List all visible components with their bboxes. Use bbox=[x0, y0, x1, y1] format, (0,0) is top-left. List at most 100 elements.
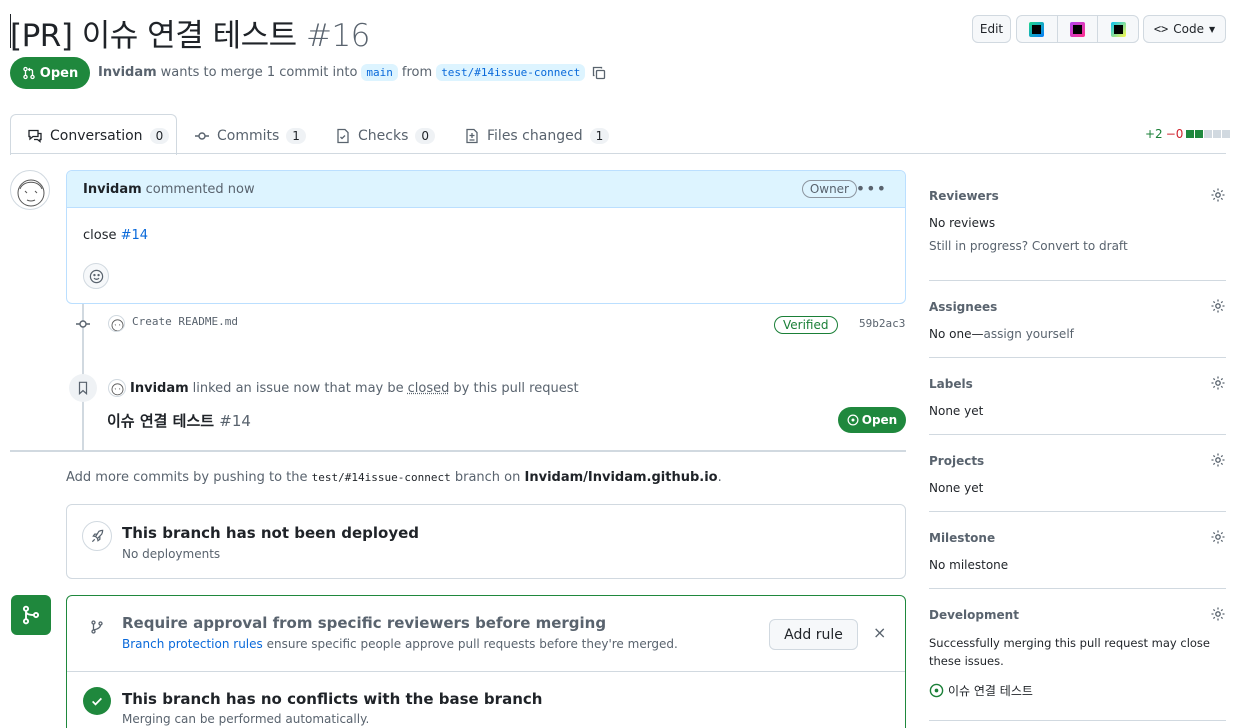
sidebar-labels: Labels None yet bbox=[929, 377, 1226, 418]
verified-badge[interactable]: Verified bbox=[774, 316, 838, 334]
file-diff-icon bbox=[464, 128, 480, 144]
head-branch[interactable]: test/#14issue-connect bbox=[436, 64, 585, 81]
closed-hint[interactable]: closed bbox=[408, 381, 450, 396]
add-rule-button[interactable]: Add rule bbox=[769, 619, 858, 650]
edit-button[interactable]: Edit bbox=[972, 15, 1011, 43]
sidebar-heading[interactable]: Assignees bbox=[929, 300, 1226, 314]
rule-description: Branch protection rules ensure specific … bbox=[122, 637, 678, 651]
issue-title-text: 이슈 연결 테스트 bbox=[107, 412, 214, 430]
push-hint-branch: test/#14issue-connect bbox=[312, 471, 451, 484]
rule-title: Require approval from specific reviewers… bbox=[122, 614, 606, 632]
commit-message-link[interactable]: Create README.md bbox=[132, 315, 238, 328]
phpstorm-icon[interactable] bbox=[1058, 16, 1099, 42]
sidebar-heading[interactable]: Milestone bbox=[929, 531, 1226, 545]
diffstat-block bbox=[1222, 130, 1230, 138]
commit-icon bbox=[194, 128, 210, 144]
sidebar-heading[interactable]: Reviewers bbox=[929, 189, 1226, 203]
gear-icon[interactable] bbox=[1210, 375, 1226, 391]
linked-author[interactable]: Invidam bbox=[130, 381, 189, 396]
sidebar-heading[interactable]: Development bbox=[929, 608, 1226, 622]
merge-box: Require approval from specific reviewers… bbox=[66, 595, 906, 728]
jetbrains-icon[interactable] bbox=[1017, 16, 1058, 42]
copy-icon[interactable] bbox=[591, 65, 607, 81]
diffstat-added: +2 bbox=[1145, 127, 1163, 141]
push-hint: Add more commits by pushing to the test/… bbox=[66, 470, 722, 485]
tab-counter: 0 bbox=[415, 128, 435, 144]
gear-icon[interactable] bbox=[1210, 298, 1226, 314]
close-icon[interactable]: × bbox=[873, 623, 886, 642]
convert-to-draft-link[interactable]: Convert to draft bbox=[1032, 239, 1128, 253]
commit-sha-link[interactable]: 59b2ac3 bbox=[859, 317, 905, 330]
rule-text: ensure specific people approve pull requ… bbox=[267, 637, 678, 651]
check-circle bbox=[83, 687, 111, 715]
diffstat-removed: −0 bbox=[1166, 127, 1184, 141]
tab-conversation[interactable]: Conversation 0 bbox=[27, 122, 169, 150]
smiley-icon bbox=[89, 269, 104, 284]
pr-from-text: from bbox=[402, 65, 432, 80]
sidebar-divider bbox=[929, 720, 1226, 721]
conflict-subtitle: Merging can be performed automatically. bbox=[122, 712, 369, 726]
pr-author-link[interactable]: Invidam bbox=[98, 65, 157, 80]
pr-state-label: Open bbox=[40, 66, 78, 81]
push-hint-prefix: Add more commits by pushing to the bbox=[66, 470, 307, 485]
sidebar-divider bbox=[929, 280, 1226, 281]
rocket-icon-circle bbox=[82, 521, 112, 551]
comment-box: Invidam commented now Owner ••• close #1… bbox=[66, 170, 906, 304]
diffstat-blocks bbox=[1186, 130, 1230, 138]
deploy-subtitle: No deployments bbox=[122, 547, 220, 561]
avatar[interactable] bbox=[108, 379, 126, 397]
sidebar-assignees: Assignees No one—assign yourself bbox=[929, 300, 1226, 341]
deployment-box: This branch has not been deployed No dep… bbox=[66, 504, 906, 579]
check-icon bbox=[90, 694, 104, 708]
sidebar-heading[interactable]: Projects bbox=[929, 454, 1226, 468]
sidebar-development: Development Successfully merging this pu… bbox=[929, 608, 1226, 699]
repo-link[interactable]: Invidam/Invidam.github.io bbox=[525, 470, 718, 485]
linked-issue-event: Invidam linked an issue now that may be … bbox=[108, 379, 579, 397]
sidebar-value: No milestone bbox=[929, 558, 1226, 572]
add-reaction-button[interactable] bbox=[83, 263, 109, 289]
gear-icon[interactable] bbox=[1210, 187, 1226, 203]
tab-counter: 1 bbox=[590, 128, 610, 144]
branch-protection-link[interactable]: Branch protection rules bbox=[122, 637, 263, 651]
bookmark-icon bbox=[76, 381, 90, 395]
tab-commits[interactable]: Commits 1 bbox=[194, 122, 306, 150]
assign-yourself-link[interactable]: assign yourself bbox=[983, 327, 1073, 341]
linked-issue-title[interactable]: 이슈 연결 테스트 #14 bbox=[107, 410, 251, 431]
comment-time[interactable]: commented now bbox=[146, 182, 255, 197]
sidebar-draft-line: Still in progress? Convert to draft bbox=[929, 239, 1226, 253]
dev-linked-issue[interactable]: 이슈 연결 테스트 bbox=[929, 682, 1226, 699]
conflict-title: This branch has no conflicts with the ba… bbox=[122, 690, 542, 708]
sidebar-value: None yet bbox=[929, 481, 1226, 495]
pr-state-badge: Open bbox=[10, 57, 90, 89]
base-branch[interactable]: main bbox=[361, 64, 398, 81]
git-merge-icon bbox=[21, 605, 41, 625]
sidebar-dev-text: Successfully merging this pull request m… bbox=[929, 634, 1224, 670]
gear-icon[interactable] bbox=[1210, 606, 1226, 622]
dev-issue-title: 이슈 연결 테스트 bbox=[948, 682, 1033, 699]
tab-counter: 0 bbox=[150, 128, 170, 144]
code-button[interactable]: <> Code ▼ bbox=[1143, 15, 1226, 43]
webstorm-icon[interactable] bbox=[1098, 16, 1138, 42]
issue-open-badge: Open bbox=[838, 407, 906, 433]
rocket-icon bbox=[90, 529, 105, 544]
comment-body: close #14 bbox=[67, 208, 905, 263]
comment-author[interactable]: Invidam bbox=[83, 182, 142, 197]
issue-number: #14 bbox=[219, 412, 251, 430]
gear-icon[interactable] bbox=[1210, 529, 1226, 545]
tab-counter: 1 bbox=[286, 128, 306, 144]
sidebar-value: No reviews bbox=[929, 216, 1226, 230]
kebab-horizontal-icon[interactable]: ••• bbox=[856, 179, 887, 198]
sidebar-heading[interactable]: Labels bbox=[929, 377, 1226, 391]
linked-text: linked an issue now that may be bbox=[193, 381, 404, 396]
tab-label: Commits bbox=[217, 128, 279, 144]
comment-text: close bbox=[83, 228, 116, 243]
sidebar-projects: Projects None yet bbox=[929, 454, 1226, 495]
gear-icon[interactable] bbox=[1210, 452, 1226, 468]
push-hint-suffix: . bbox=[718, 470, 722, 485]
issue-reference-link[interactable]: #14 bbox=[121, 228, 148, 243]
avatar[interactable] bbox=[10, 170, 50, 210]
avatar[interactable] bbox=[108, 315, 125, 332]
tab-checks[interactable]: Checks 0 bbox=[335, 122, 435, 150]
sidebar-divider bbox=[929, 511, 1226, 512]
tab-files-changed[interactable]: Files changed 1 bbox=[464, 122, 609, 150]
